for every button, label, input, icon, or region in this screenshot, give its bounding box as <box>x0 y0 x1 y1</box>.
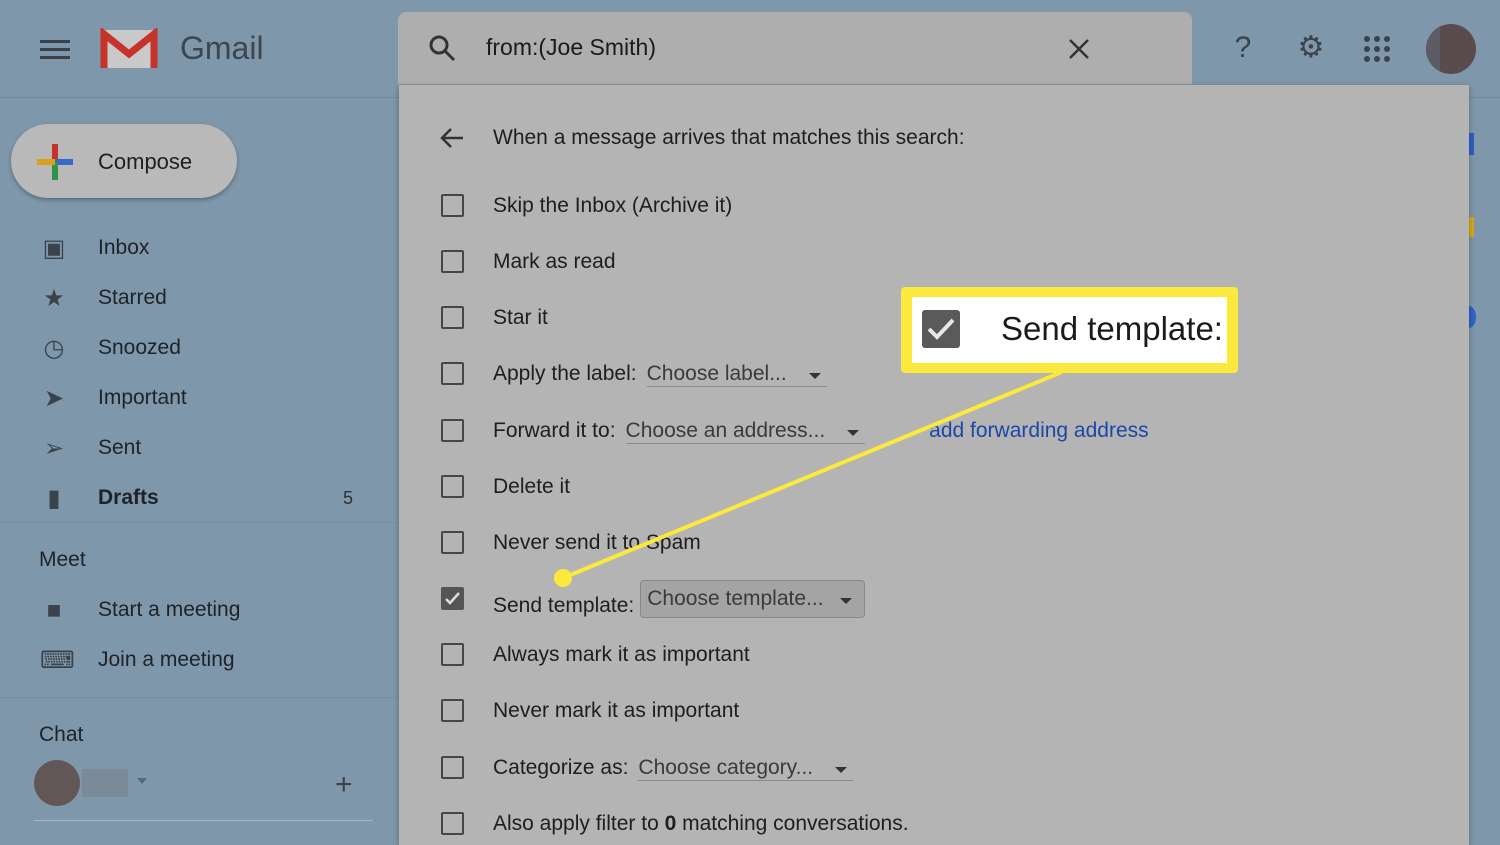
sidebar-item-label: Join a meeting <box>98 648 235 671</box>
checkbox[interactable] <box>441 699 464 722</box>
option-send-template: Send template: Choose template... <box>399 579 1469 619</box>
checkbox[interactable] <box>441 475 464 498</box>
chat-status-name <box>82 769 128 797</box>
inbox-icon: ▣ <box>42 235 66 262</box>
option-forward: Forward it to: Choose an address... add fo… <box>399 411 1469 451</box>
meet-section-title: Meet <box>39 548 86 571</box>
option-always-important: Always mark it as important <box>399 635 1469 675</box>
option-never-spam: Never send it to Spam <box>399 523 1469 563</box>
option-label: Categorize as: <box>493 756 629 779</box>
main-menu-icon[interactable] <box>40 40 70 60</box>
option-label: Mark as read <box>493 250 616 273</box>
important-icon: ➤ <box>43 385 65 412</box>
sidebar-item-drafts[interactable]: ▮ Drafts 5 <box>0 473 398 523</box>
option-label: Apply the label: <box>493 362 637 385</box>
option-label: Always mark it as important <box>493 643 750 666</box>
option-skip-inbox: Skip the Inbox (Archive it) <box>399 186 1469 226</box>
drafts-count: 5 <box>343 488 354 508</box>
template-select[interactable]: Choose template... <box>640 580 865 618</box>
sidebar-item-label: Sent <box>98 436 142 459</box>
checkbox[interactable] <box>441 250 464 273</box>
star-icon: ★ <box>43 285 65 312</box>
option-label: Forward it to: <box>493 419 616 442</box>
apps-grid-icon[interactable] <box>1364 36 1390 62</box>
option-label: Delete it <box>493 475 571 498</box>
chat-avatar[interactable] <box>34 760 80 806</box>
plus-icon <box>37 144 73 180</box>
option-apply-existing: Also apply filter to 0 matching conversa… <box>399 804 1469 844</box>
sidebar-item-starred[interactable]: ★ Starred <box>0 273 398 323</box>
match-count: 0 <box>664 812 677 835</box>
option-delete: Delete it <box>399 467 1469 507</box>
sidebar-item-label: Starred <box>98 286 167 309</box>
sidebar-item-label: Snoozed <box>98 336 181 359</box>
chat-divider <box>34 820 373 821</box>
sidebar-item-label: Start a meeting <box>98 598 241 621</box>
sidebar-item-sent[interactable]: ➢ Sent <box>0 423 398 473</box>
option-label: Star it <box>493 306 548 329</box>
help-icon[interactable]: ? <box>1225 30 1261 66</box>
checkbox[interactable] <box>441 362 464 385</box>
add-forwarding-address-link[interactable]: add forwarding address <box>929 419 1148 442</box>
join-meeting-item[interactable]: ⌨ Join a meeting <box>0 635 398 685</box>
check-icon <box>922 310 960 348</box>
option-label: Send template: <box>493 594 635 617</box>
chat-section-title: Chat <box>39 723 84 746</box>
callout-highlight: Send template: <box>901 287 1238 373</box>
sidebar-item-label: Inbox <box>98 236 150 259</box>
label-select[interactable]: Choose label... <box>646 362 827 387</box>
callout-text: Send template: <box>1001 310 1223 347</box>
checkbox[interactable] <box>441 531 464 554</box>
chevron-down-icon[interactable] <box>137 778 147 789</box>
address-select[interactable]: Choose an address... <box>625 419 866 444</box>
gear-icon[interactable]: ⚙ <box>1293 30 1329 66</box>
category-select[interactable]: Choose category... <box>638 756 854 781</box>
option-never-important: Never mark it as important <box>399 691 1469 731</box>
option-label: Never send it to Spam <box>493 531 701 554</box>
close-icon[interactable] <box>1068 38 1090 60</box>
search-icon[interactable] <box>428 34 456 62</box>
option-mark-read: Mark as read <box>399 242 1469 282</box>
checkbox-checked[interactable] <box>441 587 464 610</box>
sidebar-item-label: Important <box>98 386 187 409</box>
sidebar-item-important[interactable]: ➤ Important <box>0 373 398 423</box>
checkbox[interactable] <box>441 812 464 835</box>
clock-icon: ◷ <box>43 335 65 362</box>
search-bar[interactable]: from:(Joe Smith) <box>398 12 1192 84</box>
option-label: Never mark it as important <box>493 699 740 722</box>
compose-label: Compose <box>98 149 193 174</box>
gmail-logo-icon <box>100 28 158 68</box>
checkbox[interactable] <box>441 194 464 217</box>
filter-heading: When a message arrives that matches this… <box>493 126 965 149</box>
option-label: Also apply filter to <box>493 812 665 835</box>
draft-icon: ▮ <box>47 485 61 512</box>
add-chat-icon[interactable]: + <box>335 768 353 802</box>
checkbox[interactable] <box>441 306 464 329</box>
sidebar-item-label: Drafts <box>98 486 159 509</box>
option-label: Skip the Inbox (Archive it) <box>493 194 733 217</box>
app-name: Gmail <box>180 30 264 66</box>
video-camera-icon: ■ <box>46 597 62 624</box>
keyboard-icon: ⌨ <box>40 647 75 674</box>
search-input[interactable]: from:(Joe Smith) <box>486 34 656 61</box>
checkbox[interactable] <box>441 419 464 442</box>
filter-options-panel: When a message arrives that matches this… <box>399 85 1469 845</box>
sidebar-item-inbox[interactable]: ▣ Inbox <box>0 223 398 273</box>
check-icon <box>445 592 460 605</box>
sidebar-item-snoozed[interactable]: ◷ Snoozed <box>0 323 398 373</box>
option-label: matching conversations. <box>676 812 909 835</box>
send-icon: ➢ <box>43 435 65 462</box>
account-avatar[interactable] <box>1426 24 1476 74</box>
start-meeting-item[interactable]: ■ Start a meeting <box>0 585 398 635</box>
sidebar-divider <box>0 697 398 698</box>
sidebar-divider <box>0 522 398 523</box>
checkbox[interactable] <box>441 756 464 779</box>
compose-button[interactable]: Compose <box>11 124 237 198</box>
checkbox[interactable] <box>441 643 464 666</box>
option-categorize: Categorize as: Choose category... <box>399 748 1469 788</box>
back-arrow-icon[interactable] <box>439 126 465 150</box>
